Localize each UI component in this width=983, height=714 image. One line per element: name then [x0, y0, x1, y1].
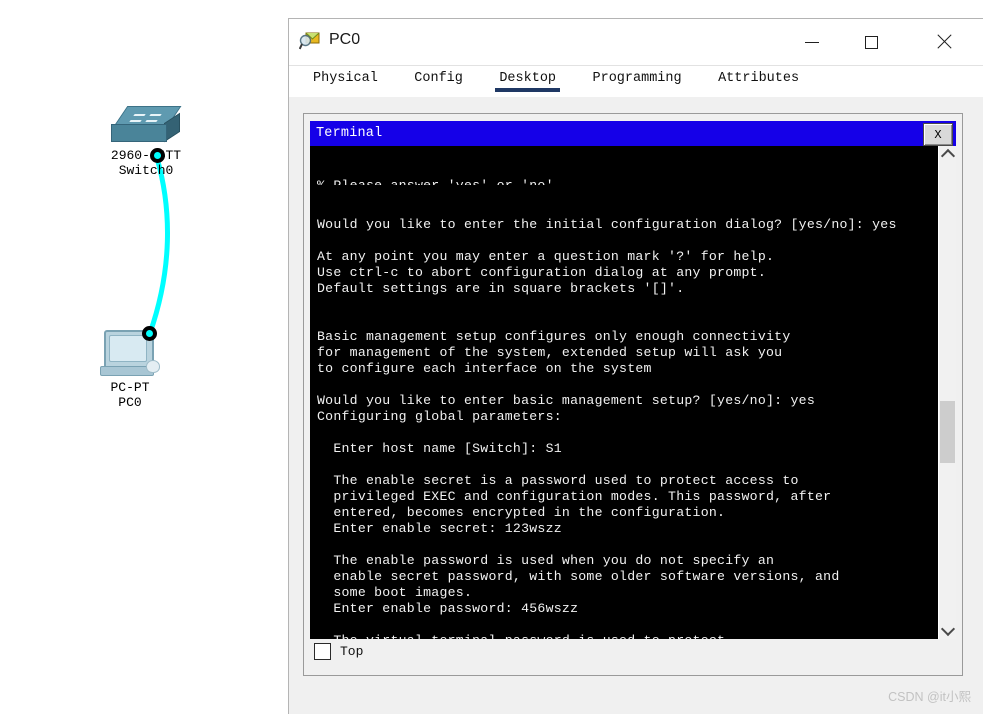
- pc-model-label: PC-PT: [110, 380, 150, 395]
- tab-programming[interactable]: Programming: [583, 66, 692, 92]
- terminal-clipped-line: % Please answer 'yes' or 'no'.: [317, 178, 938, 185]
- app-root: 2960-24TT Switch0 PC-PT PC0 PC0 Physical…: [0, 0, 983, 714]
- scrollbar-thumb[interactable]: [940, 401, 955, 464]
- topology-device-pc0[interactable]: PC-PT PC0: [78, 330, 182, 410]
- minimize-icon: [805, 41, 819, 43]
- maximize-button[interactable]: [843, 19, 899, 65]
- terminal-titlebar: Terminal X: [310, 121, 956, 146]
- terminal-close-button[interactable]: X: [923, 123, 953, 146]
- tab-bar: Physical Config Desktop Programming Attr…: [289, 66, 983, 97]
- tab-attributes[interactable]: Attributes: [708, 66, 809, 92]
- close-button[interactable]: [916, 19, 972, 65]
- watermark: CSDN @it小熙: [888, 690, 971, 704]
- link-status-indicator-switch: [150, 148, 165, 163]
- window-title: PC0: [329, 31, 361, 48]
- scroll-down-icon[interactable]: [939, 621, 956, 639]
- terminal-lines: Would you like to enter the initial conf…: [317, 217, 897, 639]
- top-checkbox-label: Top: [340, 644, 364, 659]
- scroll-up-icon[interactable]: [939, 146, 956, 164]
- terminal-title: Terminal: [316, 126, 383, 141]
- terminal-scrollbar[interactable]: [938, 146, 956, 639]
- tab-config[interactable]: Config: [404, 66, 473, 92]
- desktop-panel: Terminal X % Please answer 'yes' or 'no'…: [303, 113, 963, 676]
- top-checkbox-row[interactable]: Top: [314, 643, 363, 660]
- window-titlebar: PC0: [289, 19, 983, 66]
- device-window: PC0 Physical Config Desktop Programming …: [288, 18, 983, 714]
- tab-physical[interactable]: Physical: [303, 66, 388, 92]
- switch-model-label: 2960-24TT: [110, 148, 182, 163]
- switch-icon: [111, 106, 182, 146]
- pc-name-label: PC0: [118, 395, 142, 410]
- terminal-body[interactable]: % Please answer 'yes' or 'no'. Would you…: [310, 146, 956, 639]
- link-status-indicator-pc: [142, 326, 157, 341]
- maximize-icon: [864, 35, 878, 49]
- packet-tracer-device-icon: [299, 32, 320, 50]
- topology-canvas[interactable]: 2960-24TT Switch0 PC-PT PC0: [0, 0, 288, 714]
- switch-name-label: Switch0: [118, 163, 174, 178]
- minimize-button[interactable]: [784, 19, 840, 65]
- tab-desktop[interactable]: Desktop: [489, 66, 566, 92]
- close-icon: [936, 34, 952, 50]
- top-checkbox[interactable]: [314, 643, 331, 660]
- topology-device-switch0[interactable]: 2960-24TT Switch0: [86, 106, 206, 178]
- terminal-output[interactable]: % Please answer 'yes' or 'no'. Would you…: [310, 146, 938, 639]
